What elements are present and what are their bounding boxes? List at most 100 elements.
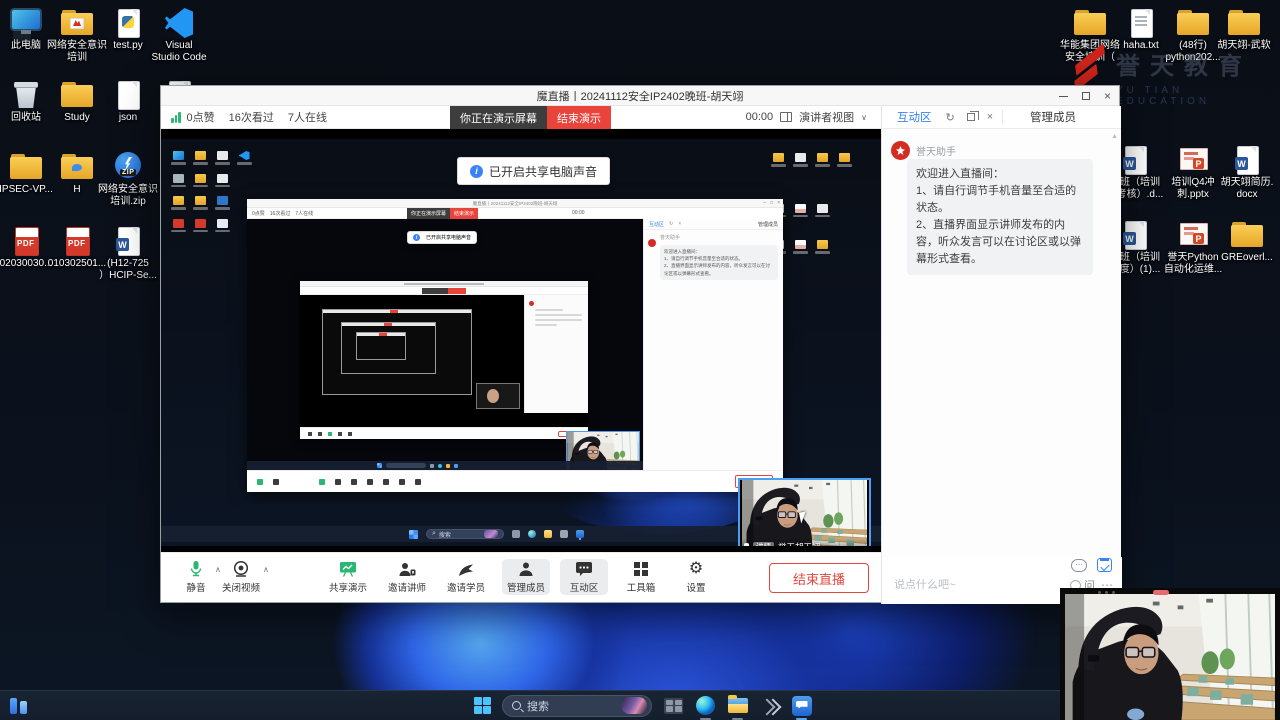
manage-members-button[interactable]: 管理成员: [502, 559, 550, 595]
taskbar-edge[interactable]: [695, 695, 716, 720]
word-file-icon: W: [110, 226, 146, 256]
folder-emblem: [70, 162, 84, 173]
mini-liveapp-icon: [576, 530, 584, 538]
taskbar-app-arrows[interactable]: [759, 695, 780, 716]
camera-icon: [232, 560, 250, 578]
toolbox-button[interactable]: 工具箱: [617, 560, 665, 594]
shared-screen-content: i 已开启共享电脑声音 魔直播丨20241112安全IP2402晚班-胡天翊 –…: [161, 139, 881, 546]
ppt-file-icon: P: [1175, 145, 1211, 175]
camera-options-caret[interactable]: ∧: [263, 565, 269, 574]
desktop-icon-q4-pptx[interactable]: P 培训Q4冲刺.pptx: [1162, 145, 1224, 201]
invite-student-button[interactable]: 邀请学员: [442, 560, 490, 594]
mini-folder-icon: [544, 530, 552, 538]
chat-messages: ▲ 誉天助手 欢迎进入直播间： 1、请自行调节手机音量至合适的状态。 2、直播界…: [882, 129, 1121, 557]
chat-bubble-icon[interactable]: ⋯: [1071, 558, 1087, 572]
zip-badge: ZIP: [120, 169, 137, 176]
chat-input[interactable]: [892, 578, 1064, 592]
live-timer: 00:00: [745, 111, 774, 123]
nested-interact-panel: 互动区 ↻ × 管理成员 誉天助手 欢迎进入直播间： 1、请自行调节手机音量至合…: [643, 219, 783, 470]
watermark-subtitle: YU TIAN EDUCATION: [1116, 85, 1211, 107]
desktop-icon-python-ops-ppt[interactable]: P 誉天Python 自动化运维...: [1162, 220, 1224, 276]
folder-icon: [59, 8, 95, 38]
interact-panel: 互动区 ↻ × 管理成员 ▲ 誉天助手 欢迎进入直播间： 1、请自行调节手机音量…: [881, 106, 1122, 604]
desktop-icon-security-zip[interactable]: ZIP 网络安全意识 培训.zip: [97, 152, 159, 208]
toast-text: 已开启共享电脑声音: [489, 164, 598, 179]
stats-bar: 0点赞 16次看过 7人在线 你正在演示屏幕 结束演示 00:00 演讲者视图 …: [161, 106, 881, 129]
nested-toast: i 已开启共享电脑声音: [407, 231, 478, 244]
maximize-button[interactable]: [1081, 92, 1090, 100]
start-button[interactable]: [474, 697, 491, 714]
search-icon: [512, 701, 521, 710]
interact-zone-button[interactable]: 互动区: [560, 559, 608, 595]
desktop-icon-vscode[interactable]: Visual Studio Code: [148, 8, 210, 64]
mute-button[interactable]: 静音: [172, 560, 220, 594]
settings-button[interactable]: ⚙ 设置: [672, 560, 720, 595]
desktop-icon-resume-docx[interactable]: W 胡天翊简历. docx: [1216, 145, 1278, 201]
end-present-button[interactable]: 结束演示: [547, 106, 611, 129]
close-button[interactable]: ×: [1104, 90, 1111, 102]
desktop-icon-gre-folder[interactable]: GREoverl...: [1216, 220, 1278, 264]
folder-icon: [8, 152, 44, 182]
share-present-button[interactable]: 共享演示: [324, 560, 372, 594]
desktop-icon-label: IPSEC-VP...: [0, 184, 53, 195]
text-file-icon: [1123, 8, 1159, 38]
minimize-button[interactable]: [1058, 95, 1068, 97]
taskbar-search[interactable]: 搜索: [502, 694, 652, 717]
search-highlight-thumb: [621, 697, 647, 714]
nested-assistant-avatar: [648, 239, 656, 247]
close-panel-icon[interactable]: ×: [987, 111, 993, 123]
python-file-icon: [110, 8, 146, 38]
scroll-up-icon[interactable]: ▲: [1111, 133, 1118, 140]
recording-pill: [1153, 590, 1169, 595]
word-file-icon: W: [1229, 145, 1265, 175]
taskbar-app-window[interactable]: [663, 695, 684, 716]
popout-icon[interactable]: [966, 111, 979, 121]
online-count: 7人在线: [287, 112, 327, 124]
lecturer-cam-preview[interactable]: 讲师 誉天胡天翊: [738, 478, 871, 546]
invite-lecturer-button[interactable]: 邀请讲师: [383, 560, 431, 594]
invite-lecturer-icon: [398, 560, 416, 578]
nested-assistant-name: 誉天助手: [660, 235, 681, 241]
app-grid-icon: [664, 697, 683, 714]
gear-icon: ⚙: [688, 560, 704, 577]
pdf-file-icon: PDF: [8, 226, 44, 256]
taskbar-live-app[interactable]: [791, 695, 812, 720]
microphone-icon: [188, 560, 204, 578]
nested-timer: 00:00: [572, 210, 585, 216]
tab-interact-zone[interactable]: 互动区: [897, 109, 932, 125]
view-mode-select[interactable]: 演讲者视图: [799, 109, 854, 125]
nested-likes: 0点赞: [252, 210, 265, 217]
message-line: 2、直播界面显示讲师发布的内容，听众发言可以在讨论区或以弹幕形式查看。: [916, 219, 1081, 266]
desktop-icon-label: 胡天翊简历. docx: [1220, 177, 1274, 200]
nested-tab-members: 管理成员: [757, 221, 778, 228]
mini-app-icon: [560, 530, 568, 538]
mini-search-pill: ⌕ 搜索: [426, 529, 504, 539]
word-badge: W: [1235, 157, 1248, 170]
chevron-down-icon[interactable]: ∨: [861, 113, 867, 122]
nested-assistant-bubble: 欢迎进入直播间： 1、请自行调节手机音量至合适的状态。 2、直播界面显示讲师发布…: [660, 245, 778, 280]
lecturer-name: 誉天胡天翊: [778, 541, 821, 546]
recycle-bin-icon: [8, 80, 44, 110]
mic-icon: [744, 543, 749, 546]
refresh-icon[interactable]: ↻: [946, 111, 955, 124]
mini-desktop-icons-left: [167, 151, 255, 232]
window-titlebar[interactable]: 魔直播丨20241112安全IP2402晚班-胡天翊 ×: [161, 86, 1119, 106]
desktop-icon-hcip-doc[interactable]: W (H12-725 ）HCIP-Se...: [97, 226, 159, 282]
assistant-message-bubble: 欢迎进入直播间： 1、请自行调节手机音量至合适的状态。 2、直播界面显示讲师发布…: [907, 159, 1093, 276]
camera-off-button[interactable]: 关闭视频: [217, 560, 265, 594]
folder-icon: [59, 152, 95, 182]
info-icon: i: [470, 164, 483, 178]
end-live-button[interactable]: 结束直播: [769, 563, 869, 593]
taskbar-left-app-icon[interactable]: [10, 697, 27, 714]
tab-manage-members[interactable]: 管理成员: [1030, 109, 1076, 125]
pdf-badge: PDF: [17, 239, 35, 248]
share-screen-icon: [339, 560, 357, 578]
signin-calendar-icon[interactable]: [1097, 558, 1112, 572]
desktop-icon-wuruan-folder[interactable]: 胡天翊-武软: [1213, 8, 1275, 52]
taskbar-file-explorer[interactable]: [727, 695, 748, 720]
nested2-panel: [524, 295, 588, 413]
webcam-overlay-window[interactable]: [1060, 588, 1280, 720]
file-icon: [110, 80, 146, 110]
nested2-webcam: [476, 383, 520, 409]
nested-stage: i 已开启共享电脑声音: [247, 219, 643, 470]
